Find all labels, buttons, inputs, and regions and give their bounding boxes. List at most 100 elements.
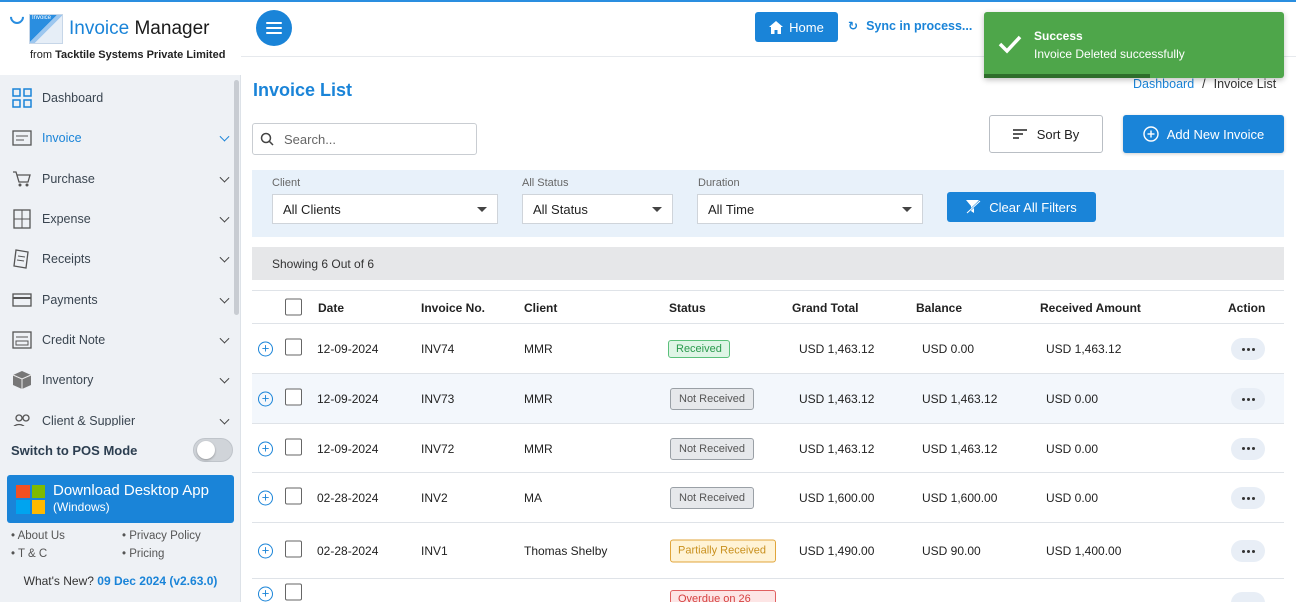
table-row[interactable]: +02-28-2024 INV2 MA Not Received USD 1,600.0… (252, 473, 1284, 523)
row-action-menu-button[interactable] (1231, 540, 1265, 562)
dashboard-grid-icon (11, 87, 33, 109)
column-header-invoice-no[interactable]: Invoice No. (421, 301, 485, 315)
download-desktop-app-button[interactable]: Download Desktop App (Windows) (7, 475, 234, 523)
expand-row-icon[interactable]: + (258, 543, 273, 559)
table-row[interactable]: +12-09-2024 INV72 MMR Not Received USD 1,463… (252, 424, 1284, 473)
menu-toggle-button[interactable] (256, 10, 292, 46)
pos-mode-switch: Switch to POS Mode (11, 437, 233, 463)
loading-spinner-icon (7, 7, 27, 27)
row-checkbox[interactable] (285, 540, 302, 558)
row-action-menu-button[interactable] (1231, 437, 1265, 460)
chevron-down-icon[interactable] (219, 414, 230, 425)
home-button[interactable]: Home (755, 12, 838, 42)
clear-all-filters-button[interactable]: Clear All Filters (947, 192, 1096, 222)
expand-row-icon[interactable]: + (258, 341, 273, 357)
sidebar-item-receipts[interactable]: Receipts (0, 239, 236, 279)
table-row[interactable]: +12-09-2024 INV73 MMR Not Received USD 1,463… (252, 374, 1284, 424)
sidebar-item-dashboard[interactable]: Dashboard (0, 78, 236, 118)
cell-balance: USD 90.00 (922, 544, 981, 558)
sidebar-scrollbar[interactable] (234, 80, 239, 315)
cell-date: 12-09-2024 (317, 441, 379, 456)
sidebar-item-credit-note[interactable]: Credit Note (0, 320, 236, 360)
version-label: 09 Dec 2024 (v2.63.0) (97, 574, 218, 588)
row-action-menu-button[interactable] (1231, 338, 1265, 360)
sidebar-item-purchase[interactable]: Purchase (0, 159, 236, 199)
toast-timer-bar (984, 74, 1150, 78)
status-badge: Received (668, 340, 730, 358)
sort-by-button[interactable]: Sort By (989, 115, 1103, 153)
calculator-icon (11, 208, 33, 230)
sidebar-item-invoice[interactable]: Invoice (0, 118, 236, 158)
card-icon (11, 289, 33, 311)
column-header-client[interactable]: Client (524, 301, 557, 315)
client-filter-select[interactable]: All Clients (272, 194, 498, 224)
row-action-menu-button[interactable] (1231, 592, 1265, 602)
expand-row-icon[interactable]: + (258, 441, 273, 456)
success-toast[interactable]: Success Invoice Deleted successfully (984, 12, 1284, 78)
row-action-menu-button[interactable] (1231, 487, 1265, 509)
sidebar-item-label: Invoice (42, 131, 82, 146)
pos-mode-toggle[interactable] (193, 438, 233, 462)
row-checkbox[interactable] (285, 487, 302, 505)
cell-invoice-no[interactable]: INV2 (421, 491, 448, 505)
column-header-grand-total[interactable]: Grand Total (792, 301, 858, 315)
expand-row-icon[interactable]: + (258, 391, 273, 407)
add-new-invoice-button[interactable]: Add New Invoice (1123, 115, 1284, 153)
cell-invoice-no[interactable]: INV74 (421, 342, 454, 356)
cell-received-amount: USD 1,463.12 (1046, 342, 1122, 356)
cell-invoice-no[interactable]: INV1 (421, 544, 448, 558)
cell-invoice-no[interactable]: INV73 (421, 392, 454, 406)
status-badge: Not Received (670, 437, 755, 460)
pricing-link[interactable]: • Pricing (122, 548, 233, 566)
duration-filter-select[interactable]: All Time (697, 194, 923, 224)
table-row[interactable]: +12-09-2024 INV74 MMR Received USD 1,463.12 U… (252, 324, 1284, 374)
sidebar-item-label: Dashboard (42, 91, 104, 106)
expand-row-icon[interactable]: + (258, 586, 273, 602)
column-header-balance[interactable]: Balance (916, 301, 962, 315)
client-filter-label: Client (272, 177, 301, 189)
row-checkbox[interactable] (285, 338, 302, 356)
brand-logo[interactable]: Invoice Invoice Manager from Tacktile Sy… (0, 0, 241, 75)
expand-row-icon[interactable]: + (258, 490, 273, 506)
filter-bar: Client All Clients All Status All Status… (252, 170, 1284, 237)
credit-note-icon (11, 329, 33, 351)
status-filter-select[interactable]: All Status (522, 194, 673, 224)
terms-link[interactable]: • T & C (11, 548, 122, 566)
brand-title: Invoice Manager (69, 18, 210, 39)
cell-invoice-no[interactable]: INV72 (421, 442, 454, 456)
sidebar-item-label: Inventory (42, 373, 94, 388)
column-header-date[interactable]: Date (318, 301, 344, 315)
chevron-down-icon[interactable] (219, 172, 230, 183)
status-badge: Overdue on 26 (670, 590, 776, 602)
cell-grand-total: USD 1,463.12 (799, 342, 875, 356)
chevron-down-icon[interactable] (219, 212, 230, 223)
sidebar-item-inventory[interactable]: Inventory (0, 360, 236, 400)
chevron-down-icon[interactable] (219, 252, 230, 263)
whats-new[interactable]: What's New? 09 Dec 2024 (v2.63.0) (0, 574, 241, 588)
breadcrumb-current: Invoice List (1213, 77, 1277, 91)
sidebar-item-payments[interactable]: Payments (0, 279, 236, 319)
search-input[interactable] (284, 131, 464, 147)
cell-date: 12-09-2024 (317, 342, 379, 356)
column-header-received-amount[interactable]: Received Amount (1040, 301, 1141, 315)
row-checkbox[interactable] (285, 438, 302, 455)
cell-grand-total: USD 1,463.12 (799, 392, 875, 406)
row-action-menu-button[interactable] (1231, 388, 1265, 410)
cell-received-amount: USD 0.00 (1046, 392, 1099, 406)
breadcrumb-dashboard-link[interactable]: Dashboard (1133, 77, 1194, 91)
chevron-down-icon[interactable] (219, 293, 230, 304)
sidebar-item-client-supplier[interactable]: Client & Supplier (0, 400, 236, 426)
chevron-down-icon[interactable] (219, 132, 230, 142)
row-checkbox[interactable] (285, 388, 302, 406)
sidebar-item-expense[interactable]: Expense (0, 199, 236, 239)
privacy-policy-link[interactable]: • Privacy Policy (122, 530, 233, 548)
about-us-link[interactable]: • About Us (11, 530, 122, 548)
table-row[interactable]: +02-28-2024 INV1 Thomas Shelby Partially Re… (252, 523, 1284, 579)
column-header-status[interactable]: Status (669, 301, 706, 315)
row-checkbox[interactable] (285, 583, 302, 601)
chevron-down-icon[interactable] (219, 333, 230, 344)
chevron-down-icon[interactable] (219, 373, 230, 384)
table-row[interactable]: + Overdue on 26 (252, 579, 1284, 602)
table-header: Date Invoice No. Client Status Grand Tot… (252, 290, 1284, 324)
select-all-checkbox[interactable] (285, 298, 302, 316)
